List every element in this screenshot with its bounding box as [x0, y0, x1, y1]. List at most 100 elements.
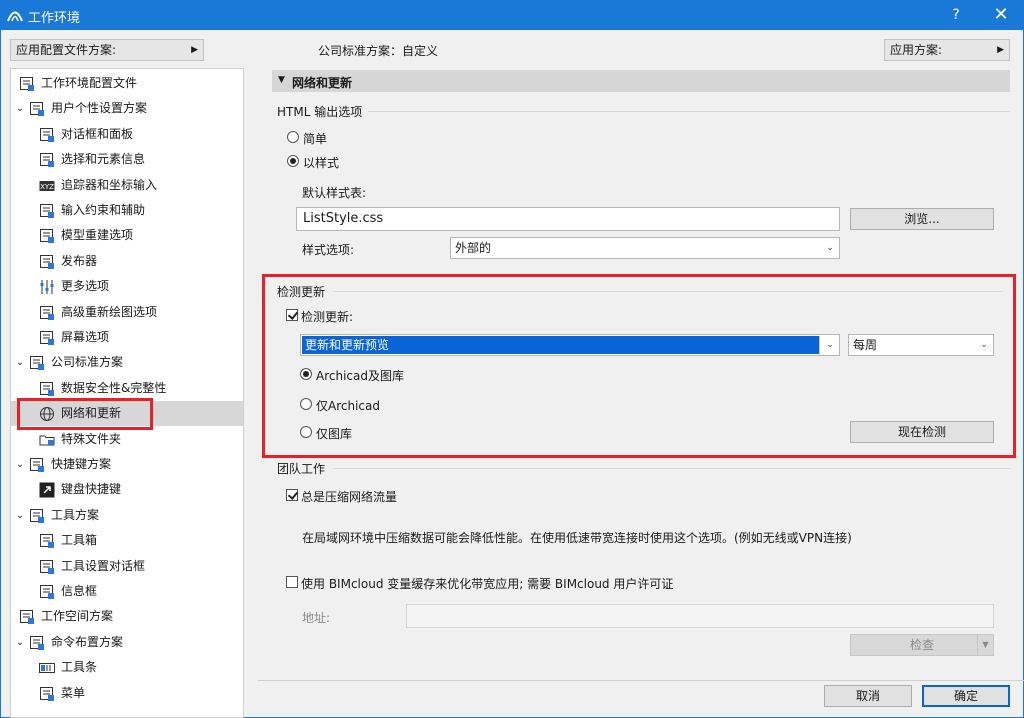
sliders-icon — [39, 279, 55, 295]
tree-item-label: 命令布置方案 — [51, 634, 124, 649]
tree-item[interactable]: 发布器 — [11, 249, 243, 274]
tree-item[interactable]: 屏幕选项 — [11, 325, 243, 350]
chevron-down-icon: ⌄ — [826, 340, 834, 350]
update-type-select[interactable]: 更新和更新预览 ⌄ — [300, 334, 840, 356]
globe-icon — [39, 406, 55, 422]
tree-item[interactable]: 工具设置对话框 — [11, 554, 243, 579]
model-icon — [39, 228, 55, 244]
styled-radio[interactable] — [287, 155, 299, 167]
styled-label: 以样式 — [303, 156, 340, 170]
cancel-button[interactable]: 取消 — [824, 685, 912, 707]
tree-item[interactable]: 对话框和面板 — [11, 122, 243, 147]
help-button[interactable]: ? — [943, 4, 969, 26]
close-button[interactable]: ✕ — [984, 4, 1018, 26]
apply-profile-button[interactable]: 应用配置文件方案: ▶ — [10, 39, 204, 61]
tree-item[interactable]: 工具箱 — [11, 528, 243, 553]
chevron-down-icon: ⌄ — [980, 340, 988, 350]
tree-item[interactable]: XYZ 追踪器和坐标输入 — [11, 173, 243, 198]
tree-item-label: 网络和更新 — [61, 406, 122, 421]
bimcloud-cache-checkbox[interactable] — [286, 576, 298, 588]
tree-item[interactable]: 工作空间方案 — [11, 604, 243, 629]
toolbar-icon — [39, 660, 55, 676]
archicad-logo-icon — [7, 11, 23, 22]
tree-item[interactable]: ⌄ 快捷键方案 — [11, 452, 243, 477]
publisher-icon — [39, 254, 55, 270]
archicad-library-label: Archicad及图库 — [316, 369, 404, 383]
check-updates-checkbox[interactable] — [286, 309, 298, 321]
simple-radio[interactable] — [287, 131, 299, 143]
tree-item[interactable]: 网络和更新 — [11, 401, 243, 427]
tree-item[interactable]: 模型重建选项 — [11, 223, 243, 248]
tree-item[interactable]: 输入约束和辅助 — [11, 198, 243, 223]
network-update-panel: ▼ 网络和更新 HTML 输出选项 简单 以样式 默认样式表: ListStyl… — [272, 68, 1010, 672]
shortcut-scheme-icon — [29, 457, 45, 473]
company-scheme-icon — [29, 355, 45, 371]
group-divider — [334, 468, 1010, 469]
tool-settings-icon — [39, 559, 55, 575]
chevron-down-icon: ⌄ — [826, 243, 834, 253]
tree-item-label: 工作空间方案 — [41, 609, 114, 624]
tree-item[interactable]: 选择和元素信息 — [11, 147, 243, 172]
apply-scheme-label: 应用方案: — [890, 43, 943, 57]
workspace-scheme-icon — [19, 609, 35, 625]
compress-traffic-label: 总是压缩网络流量 — [301, 490, 398, 504]
apply-scheme-button[interactable]: 应用方案: ▶ — [884, 39, 1010, 61]
tree-item[interactable]: 更多选项 — [11, 274, 243, 299]
tree-item[interactable]: 菜单 — [11, 681, 243, 706]
compress-note: 在局域网环境中压缩数据可能会降低性能。在使用低速带宽连接时使用这个选项。(例如无… — [302, 531, 852, 545]
browse-button[interactable]: 浏览... — [850, 208, 994, 230]
tree-item[interactable]: 数据安全性&完整性 — [11, 376, 243, 401]
profile-icon — [19, 76, 35, 92]
tree-item[interactable]: 工具条 — [11, 655, 243, 680]
ok-button[interactable]: 确定 — [922, 685, 1010, 707]
expand-chevron-icon[interactable]: ⌄ — [14, 350, 26, 375]
expand-chevron-icon[interactable]: ⌄ — [14, 503, 26, 528]
xyz-icon: XYZ — [39, 178, 55, 194]
keyboard-shortcut-icon — [39, 482, 55, 498]
bimcloud-cache-label: 使用 BIMcloud 变量缓存来优化带宽应用; 需要 BIMcloud 用户许… — [301, 577, 674, 591]
tree-item-label: 键盘快捷键 — [61, 482, 122, 497]
archicad-library-radio[interactable] — [300, 368, 312, 380]
section-header[interactable]: ▼ 网络和更新 — [272, 70, 1010, 92]
tree-item-label: 公司标准方案 — [51, 355, 124, 370]
style-options-select[interactable]: 外部的 ⌄ — [450, 237, 840, 259]
apply-profile-label: 应用配置文件方案: — [16, 43, 117, 57]
compress-traffic-checkbox[interactable] — [286, 489, 298, 501]
svg-text:XYZ: XYZ — [40, 183, 54, 191]
frequency-select[interactable]: 每周 ⌄ — [848, 334, 994, 356]
tree-item[interactable]: 信息框 — [11, 579, 243, 604]
library-only-radio[interactable] — [300, 426, 312, 438]
stylesheet-input[interactable]: ListStyle.css — [296, 207, 840, 231]
tree-item[interactable]: ⌄ 工具方案 — [11, 503, 243, 528]
archicad-only-radio[interactable] — [300, 398, 312, 410]
expand-chevron-icon[interactable]: ⌄ — [14, 452, 26, 477]
tree-item[interactable]: 键盘快捷键 — [11, 477, 243, 502]
tree-item-label: 选择和元素信息 — [61, 152, 146, 167]
tree-item[interactable]: 高级重新绘图选项 — [11, 300, 243, 325]
archicad-only-label: 仅Archicad — [316, 399, 380, 413]
tree-item[interactable]: ⌄ 公司标准方案 — [11, 350, 243, 375]
expand-chevron-icon[interactable]: ⌄ — [14, 630, 26, 655]
collapse-triangle-icon: ▼ — [278, 75, 285, 85]
tree-item[interactable]: 特殊文件夹 — [11, 427, 243, 452]
data-safety-icon — [39, 381, 55, 397]
style-options-value: 外部的 — [455, 241, 492, 255]
check-button[interactable]: 检查 ▼ — [850, 634, 994, 656]
expand-chevron-icon[interactable]: ⌄ — [14, 96, 26, 121]
dialog-icon — [39, 127, 55, 143]
window-title: 工作环境 — [28, 11, 81, 26]
default-stylesheet-label: 默认样式表: — [302, 186, 367, 200]
tree-item-label: 工具条 — [61, 660, 98, 675]
chevron-down-icon[interactable]: ▼ — [977, 635, 993, 655]
tree-item[interactable]: ⌄ 用户个性设置方案 — [11, 96, 243, 121]
menu-icon — [39, 686, 55, 702]
tree-item[interactable]: ⌄ 命令布置方案 — [11, 630, 243, 655]
settings-tree[interactable]: 工作环境配置文件 ⌄ 用户个性设置方案 对话框和面板选择和元素信息 XYZ 追踪器和坐标输… — [10, 68, 244, 718]
submenu-arrow-icon: ▶ — [191, 45, 198, 55]
tree-item[interactable]: 工作环境配置文件 — [11, 71, 243, 96]
check-now-button[interactable]: 现在检测 — [850, 421, 994, 443]
update-group-title: 检测更新 — [277, 285, 326, 299]
tree-item-label: 屏幕选项 — [61, 330, 110, 344]
address-input[interactable] — [406, 604, 994, 628]
folder-icon — [39, 432, 55, 448]
